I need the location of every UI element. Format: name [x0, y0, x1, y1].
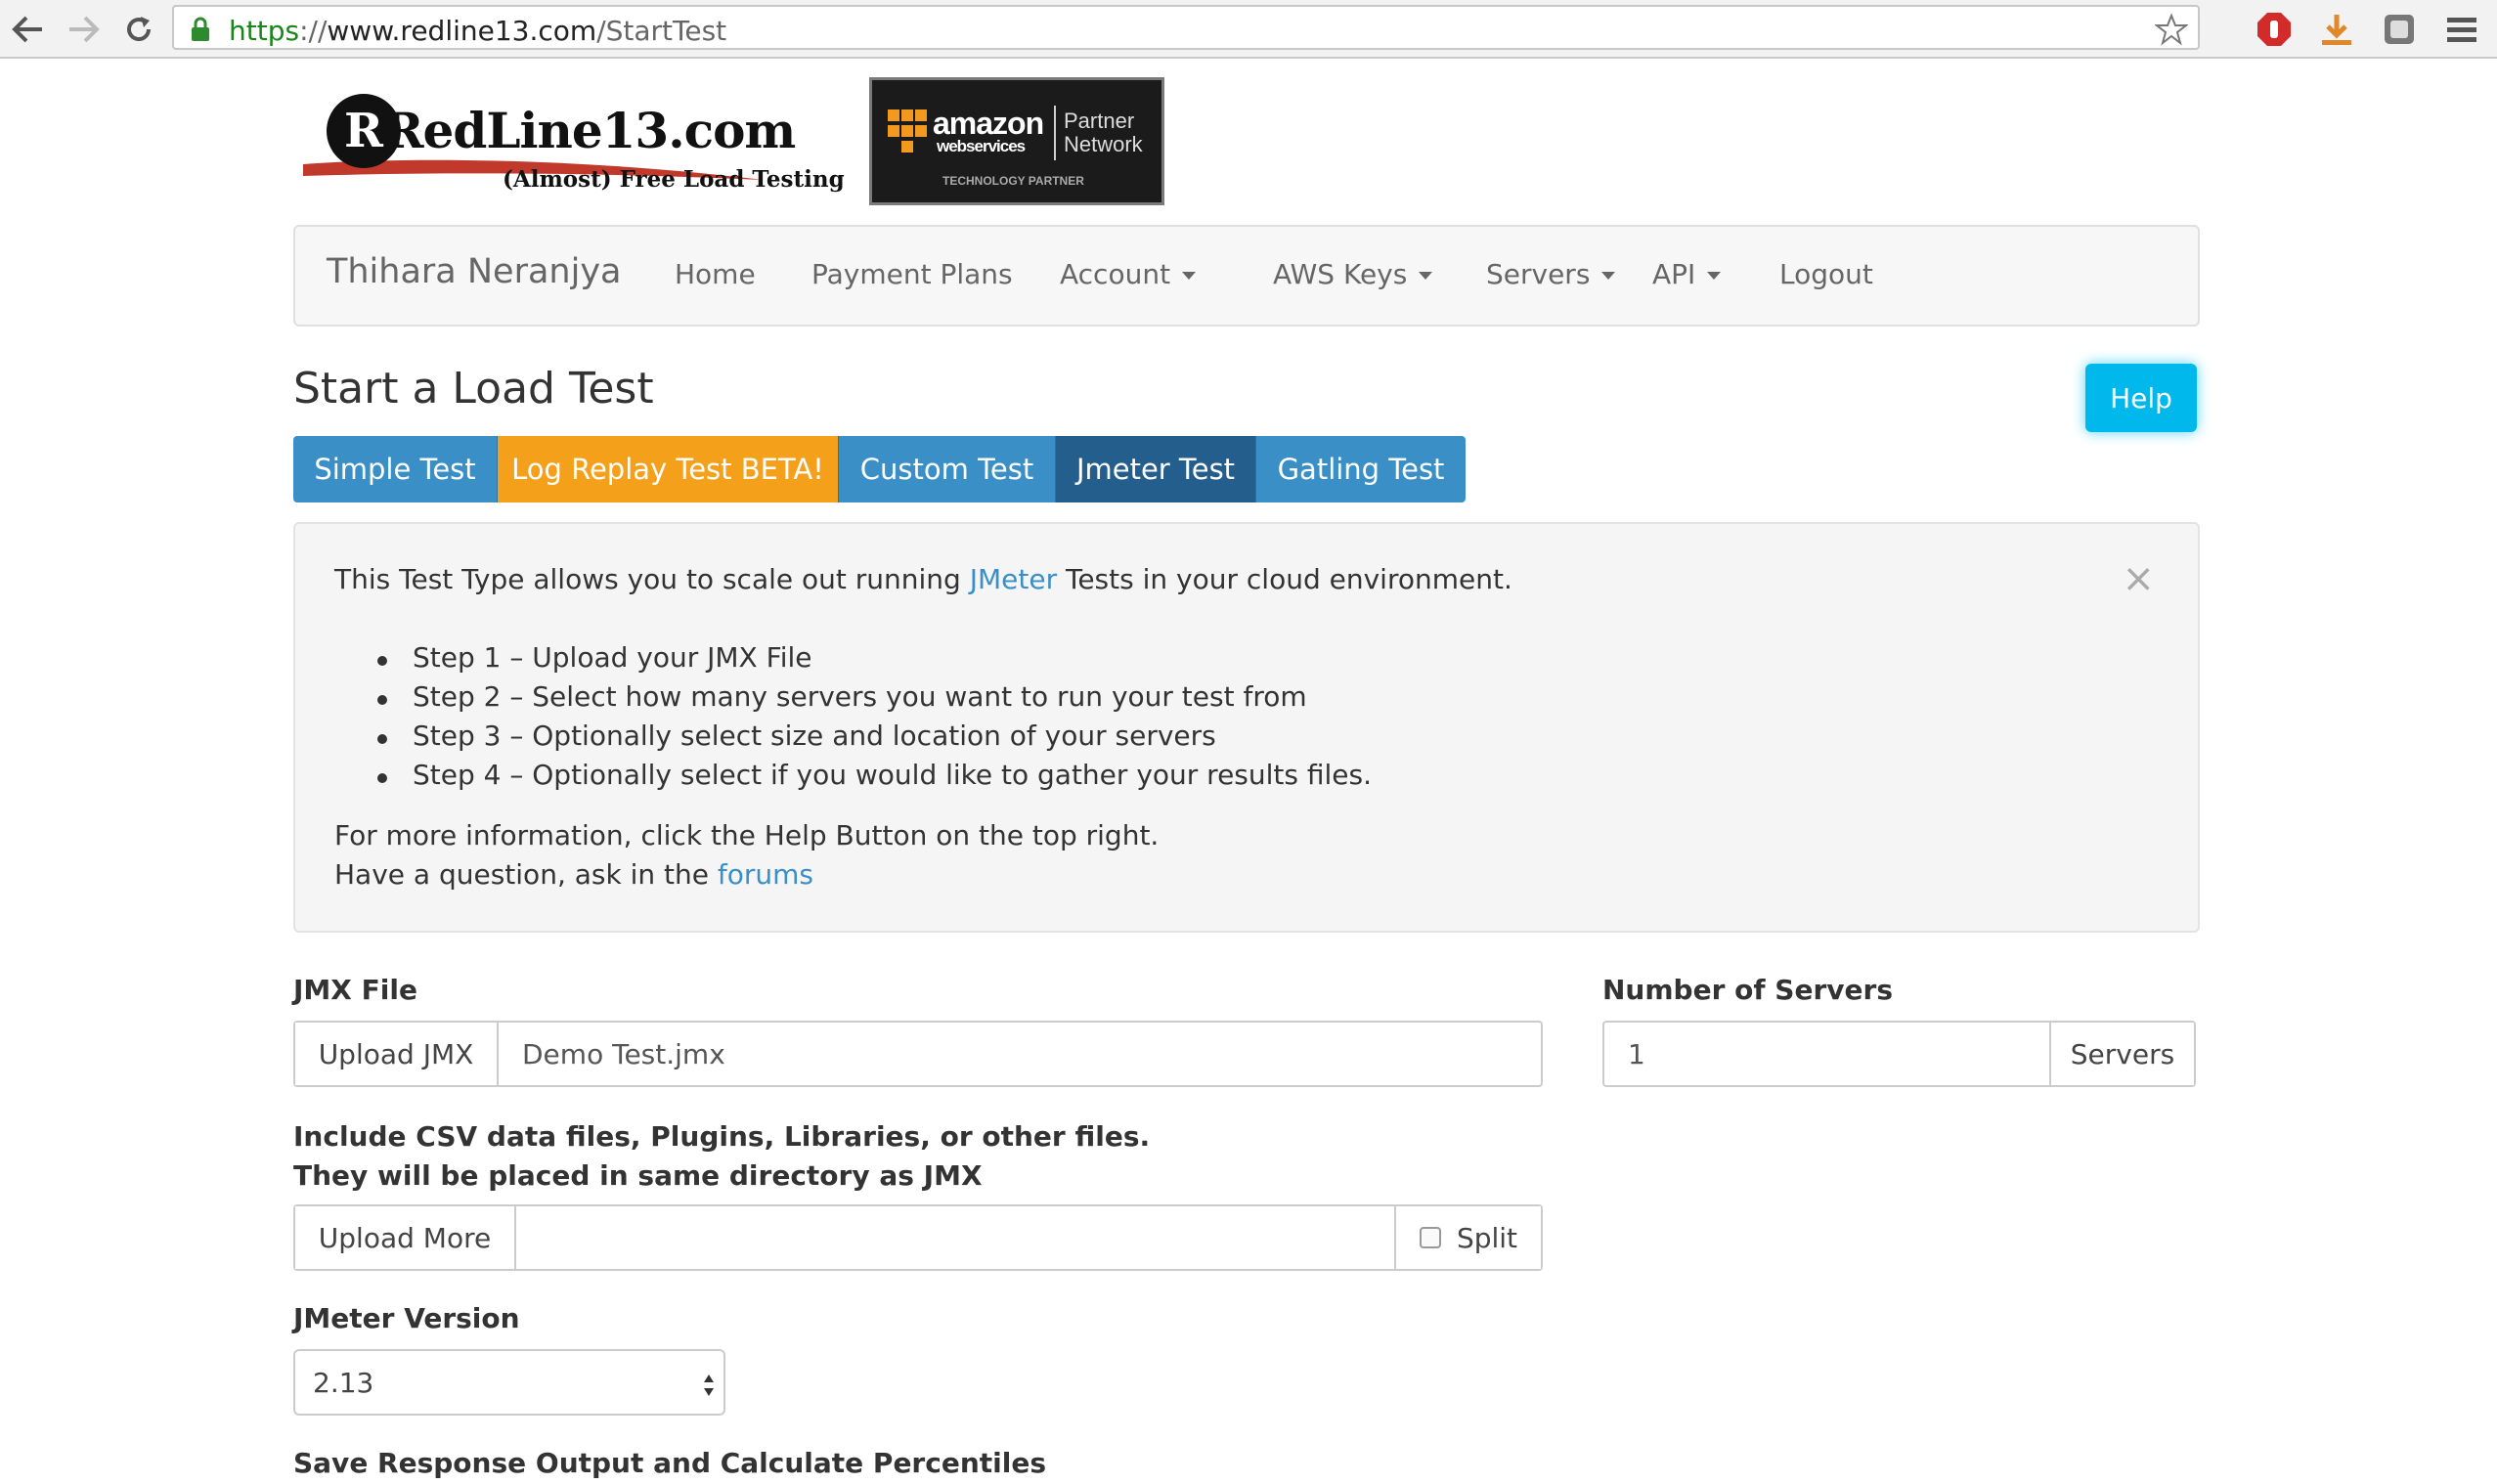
nav-api-dropdown[interactable]: API	[1652, 258, 1722, 290]
info-more: For more information, click the Help But…	[334, 819, 1160, 851]
upload-jmx-button[interactable]: Upload JMX	[295, 1023, 497, 1085]
jmeter-version-select[interactable]: 2.13	[293, 1349, 725, 1416]
forward-icon[interactable]	[65, 10, 104, 49]
help-button[interactable]: Help	[2085, 364, 2197, 432]
aws-partner-text: Partner Network	[1064, 109, 1143, 156]
aws-partner-badge[interactable]: amazon webservices Partner Network TECHNO…	[869, 77, 1164, 205]
upload-more-group: Upload More Split	[293, 1204, 1543, 1271]
svg-text:R: R	[344, 104, 384, 158]
jmx-file-field[interactable]: Demo Test.jmx	[497, 1023, 1541, 1085]
aws-cubes-icon	[888, 109, 927, 153]
list-item: Step 2 – Select how many servers you wan…	[373, 680, 1372, 720]
upload-more-field[interactable]	[514, 1206, 1394, 1269]
adblock-icon[interactable]	[2253, 8, 2296, 51]
extension-icon[interactable]	[2378, 8, 2421, 51]
list-item: Step 4 – Optionally select if you would …	[373, 759, 1372, 798]
url-text: https://www.redline13.com/StartTest	[229, 15, 727, 47]
caret-down-icon	[1707, 272, 1722, 280]
number-of-servers-label: Number of Servers	[1602, 974, 1893, 1006]
list-item: Step 1 – Upload your JMX File	[373, 641, 1372, 680]
info-question: Have a question, ask in the forums	[334, 858, 813, 891]
tab-custom-test[interactable]: Custom Test	[839, 436, 1056, 502]
reload-icon[interactable]	[119, 10, 158, 49]
aws-tech-text: TECHNOLOGY PARTNER	[942, 174, 1084, 188]
bookmark-star-icon[interactable]	[2154, 13, 2189, 50]
tab-jmeter-test[interactable]: Jmeter Test	[1056, 436, 1256, 502]
extra-files-label-1: Include CSV data files, Plugins, Librari…	[293, 1120, 1151, 1153]
select-arrows-icon	[704, 1375, 714, 1396]
nav-account-dropdown[interactable]: Account	[1060, 258, 1197, 290]
menu-icon[interactable]	[2440, 8, 2483, 51]
browser-toolbar: https://www.redline13.com/StartTest	[0, 0, 2497, 59]
upload-more-button[interactable]: Upload More	[295, 1206, 514, 1269]
page-title: Start a Load Test	[293, 364, 654, 414]
split-label: Split	[1456, 1221, 1518, 1254]
caret-down-icon	[1182, 272, 1197, 280]
main-navbar: Thihara Neranjya Home Payment Plans Acco…	[293, 225, 2200, 327]
save-response-label: Save Response Output and Calculate Perce…	[293, 1447, 1046, 1479]
tab-log-replay-test[interactable]: Log Replay Test BETA!	[498, 436, 839, 502]
logo-tagline: (Almost) Free Load Testing	[503, 166, 845, 193]
split-checkbox[interactable]	[1419, 1227, 1441, 1248]
logo-name: RedLine13.com	[383, 102, 796, 159]
jmeter-version-value: 2.13	[313, 1366, 374, 1399]
nav-logout[interactable]: Logout	[1779, 258, 1873, 290]
extra-files-label-2: They will be placed in same directory as…	[293, 1159, 983, 1192]
servers-input[interactable]: 1	[1604, 1023, 2049, 1085]
jmeter-link[interactable]: JMeter	[970, 563, 1057, 595]
redline13-logo[interactable]: R RedLine13.com (Almost) Free Load Testi…	[293, 78, 845, 205]
steps-list: Step 1 – Upload your JMX File Step 2 – S…	[373, 641, 1372, 798]
nav-home[interactable]: Home	[675, 258, 756, 290]
list-item: Step 3 – Optionally select size and loca…	[373, 720, 1372, 759]
nav-servers-dropdown[interactable]: Servers	[1486, 258, 1616, 290]
nav-payment-plans[interactable]: Payment Plans	[811, 258, 1013, 290]
jmeter-version-label: JMeter Version	[293, 1302, 520, 1334]
info-panel: This Test Type allows you to scale out r…	[293, 522, 2200, 933]
caret-down-icon	[1601, 272, 1616, 280]
lock-icon	[190, 17, 211, 46]
servers-addon: Servers	[2049, 1023, 2194, 1085]
tab-simple-test[interactable]: Simple Test	[293, 436, 498, 502]
jmx-file-group: Upload JMX Demo Test.jmx	[293, 1021, 1543, 1087]
aws-webservices-text: webservices	[937, 137, 1026, 155]
aws-divider	[1054, 106, 1056, 160]
download-icon[interactable]	[2315, 8, 2358, 51]
forums-link[interactable]: forums	[718, 858, 813, 891]
address-bar[interactable]: https://www.redline13.com/StartTest	[172, 5, 2200, 50]
split-toggle[interactable]: Split	[1394, 1206, 1541, 1269]
close-icon[interactable]: ×	[2122, 559, 2155, 598]
info-intro: This Test Type allows you to scale out r…	[334, 563, 1512, 595]
tab-gatling-test[interactable]: Gatling Test	[1256, 436, 1466, 502]
caret-down-icon	[1419, 272, 1433, 280]
servers-group: 1 Servers	[1602, 1021, 2196, 1087]
back-icon[interactable]	[8, 10, 47, 49]
test-type-tabs: Simple Test Log Replay Test BETA! Custom…	[293, 436, 1466, 502]
jmx-file-label: JMX File	[293, 974, 417, 1006]
nav-aws-keys-dropdown[interactable]: AWS Keys	[1273, 258, 1433, 290]
navbar-brand-username[interactable]: Thihara Neranjya	[327, 252, 622, 291]
